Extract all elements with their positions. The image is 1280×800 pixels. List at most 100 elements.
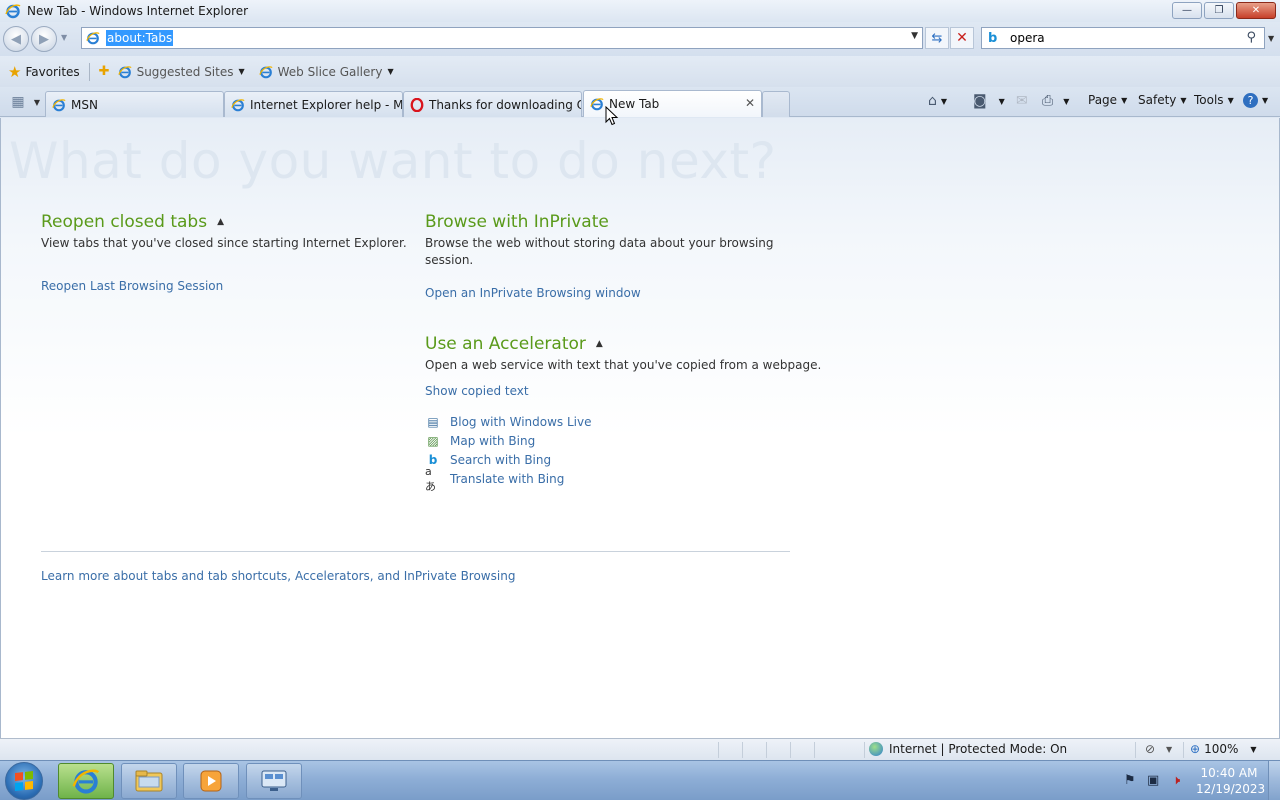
suggested-sites-link[interactable]: Suggested Sites ▼ <box>117 64 245 79</box>
accelerator-map-bing[interactable]: ▨ Map with Bing <box>425 433 535 449</box>
suggested-sites-label: Suggested Sites <box>136 64 234 79</box>
taskbar: ⚑ ▣ 🕨 10:40 AM 12/19/2023 <box>0 760 1280 800</box>
accelerator-label: Translate with Bing <box>450 472 565 486</box>
chevron-down-icon: ▼ <box>1262 96 1269 105</box>
reopen-last-session-link[interactable]: Reopen Last Browsing Session <box>41 279 223 293</box>
add-to-favorites-bar-icon[interactable]: ✚ <box>99 64 110 79</box>
chevron-down-icon: ▼ <box>1063 96 1070 106</box>
back-button[interactable]: ◀ <box>3 26 29 52</box>
address-bar[interactable]: about:Tabs ▼ <box>81 27 923 49</box>
window-title: New Tab - Windows Internet Explorer <box>27 4 249 18</box>
tab-label: Thanks for downloading O... <box>429 97 582 112</box>
help-menu[interactable]: ? ▼ <box>1243 93 1268 108</box>
inprivate-description-line: session. <box>425 253 474 267</box>
navigation-bar: ◀ ▶ ▼ about:Tabs ▼ ⇆ ✕ b ⚲ ▼ <box>0 22 1280 56</box>
home-button[interactable]: ⌂ ▼ <box>928 93 947 109</box>
mouse-cursor-icon <box>605 106 619 126</box>
separator <box>88 62 90 81</box>
windows-live-blog-icon: ▤ <box>427 415 439 429</box>
accelerator-translate-bing[interactable]: aあ Translate with Bing <box>425 465 565 493</box>
system-clock[interactable]: 10:40 AM 12/19/2023 <box>1196 765 1266 797</box>
accelerator-blog-windows-live[interactable]: ▤ Blog with Windows Live <box>425 414 591 430</box>
printer-icon: ⎙ <box>1042 93 1054 109</box>
read-mail-button[interactable]: ✉ <box>1016 93 1028 109</box>
learn-more-link[interactable]: Learn more about tabs and tab shortcuts,… <box>41 569 515 583</box>
chevron-down-icon: ▼ <box>940 96 948 106</box>
collapse-icon[interactable]: ▲ <box>596 339 603 349</box>
feeds-button[interactable]: ◙ ▼ <box>973 93 1005 109</box>
volume-muted-icon[interactable]: 🕨 <box>1172 773 1180 788</box>
chevron-down-icon: ▼ <box>387 67 394 76</box>
tools-menu[interactable]: Tools ▼ <box>1194 93 1234 107</box>
chevron-down-icon: ▼ <box>1180 95 1187 105</box>
clock-date: 12/19/2023 <box>1196 782 1266 796</box>
web-slice-gallery-link[interactable]: Web Slice Gallery ▼ <box>258 65 394 79</box>
tab-msn[interactable]: MSN <box>45 91 224 117</box>
browse-inprivate-heading: Browse with InPrivate <box>425 212 609 232</box>
popup-blocker-icon[interactable]: ⊘ <box>1145 742 1155 756</box>
zoom-icon: ⊕ <box>1190 742 1201 756</box>
show-copied-text-link[interactable]: Show copied text <box>425 384 529 398</box>
recent-pages-dropdown[interactable]: ▼ <box>61 33 67 42</box>
forward-button[interactable]: ▶ <box>31 26 57 52</box>
taskbar-internet-explorer[interactable] <box>58 763 114 799</box>
globe-icon <box>869 742 883 756</box>
compatibility-view-button[interactable]: ⇆ <box>925 27 949 49</box>
clock-time: 10:40 AM <box>1200 766 1258 780</box>
opera-icon <box>410 97 424 112</box>
chevron-down-icon: ▼ <box>1250 744 1257 754</box>
safety-menu[interactable]: Safety ▼ <box>1138 93 1187 107</box>
tab-list-dropdown[interactable]: ▼ <box>31 92 43 112</box>
new-tab-button[interactable] <box>762 91 790 117</box>
accelerator-search-bing[interactable]: b Search with Bing <box>425 452 551 468</box>
zoom-control[interactable]: ⊕ 100% ▼ <box>1190 742 1257 756</box>
start-button[interactable] <box>5 762 43 800</box>
section-title: Browse with InPrivate <box>425 212 609 232</box>
favorites-star-icon: ★ <box>8 62 22 81</box>
search-box[interactable]: b ⚲ <box>981 27 1265 49</box>
tab-opera-download[interactable]: Thanks for downloading O... <box>403 91 582 117</box>
address-input[interactable]: about:Tabs <box>106 30 174 46</box>
inprivate-description-line: Browse the web without storing data abou… <box>425 236 774 250</box>
show-desktop-button[interactable] <box>1268 761 1280 800</box>
close-tab-icon[interactable]: ✕ <box>745 96 755 110</box>
tab-ie-help[interactable]: Internet Explorer help - Mi... <box>224 91 403 117</box>
divider <box>41 551 790 552</box>
accelerator-description: Open a web service with text that you've… <box>425 358 822 372</box>
print-button[interactable]: ⎙ ▼ <box>1042 93 1069 109</box>
reopen-closed-tabs-heading[interactable]: Reopen closed tabs ▲ <box>41 212 224 232</box>
ie-icon <box>86 32 100 45</box>
open-inprivate-link[interactable]: Open an InPrivate Browsing window <box>425 286 641 300</box>
search-options-dropdown[interactable]: ▼ <box>1268 34 1274 43</box>
stop-icon: ✕ <box>956 30 968 46</box>
page-menu[interactable]: Page ▼ <box>1088 93 1127 107</box>
restore-button[interactable]: ❐ <box>1204 2 1234 19</box>
quick-tabs-button[interactable]: ▦ <box>7 92 29 112</box>
collapse-icon[interactable]: ▲ <box>217 217 224 227</box>
stop-button[interactable]: ✕ <box>950 27 974 49</box>
taskbar-windows-explorer[interactable] <box>121 763 177 799</box>
taskbar-remote-app[interactable] <box>246 763 302 799</box>
chevron-down-icon[interactable]: ▼ <box>1166 745 1172 754</box>
use-accelerator-heading[interactable]: Use an Accelerator ▲ <box>425 334 603 354</box>
ie-icon <box>590 98 604 111</box>
favorites-button[interactable]: Favorites <box>25 65 79 79</box>
status-divider <box>742 742 743 758</box>
close-icon: ✕ <box>1251 5 1261 16</box>
ie-icon <box>258 65 273 78</box>
close-button[interactable]: ✕ <box>1236 2 1276 19</box>
taskbar-media-player[interactable] <box>183 763 239 799</box>
back-arrow-icon: ◀ <box>11 31 21 47</box>
mail-icon: ✉ <box>1016 93 1028 109</box>
address-dropdown-icon[interactable]: ▼ <box>911 31 918 41</box>
security-zone[interactable]: Internet | Protected Mode: On <box>869 742 1067 756</box>
new-tab-page: What do you want to do next? Reopen clos… <box>0 118 1280 738</box>
search-input[interactable] <box>1010 31 1230 45</box>
search-icon[interactable]: ⚲ <box>1246 30 1256 45</box>
status-divider <box>1135 742 1136 758</box>
minimize-button[interactable]: — <box>1172 2 1202 19</box>
action-center-flag-icon[interactable]: ⚑ <box>1124 773 1136 788</box>
chevron-down-icon: ▼ <box>238 67 245 76</box>
network-icon[interactable]: ▣ <box>1147 773 1159 788</box>
safety-menu-label: Safety <box>1138 93 1177 107</box>
